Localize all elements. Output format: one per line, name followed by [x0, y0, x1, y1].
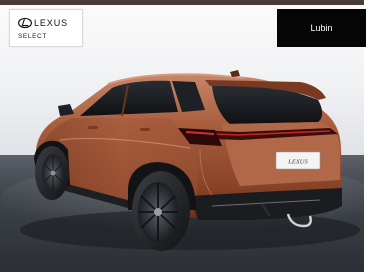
- location-badge: Lubin: [277, 9, 366, 47]
- select-label: SELECT: [18, 33, 47, 40]
- location-label: Lubin: [310, 23, 333, 33]
- lexus-select-badge: LEXUS SELECT: [9, 9, 83, 47]
- listing-photo-stage: LEXUS LEXUS SELECT Lubin: [0, 0, 370, 272]
- lexus-logo: LEXUS: [18, 17, 68, 28]
- plate-text: LEXUS: [287, 159, 308, 166]
- lexus-logo-text: LEXUS: [34, 18, 68, 28]
